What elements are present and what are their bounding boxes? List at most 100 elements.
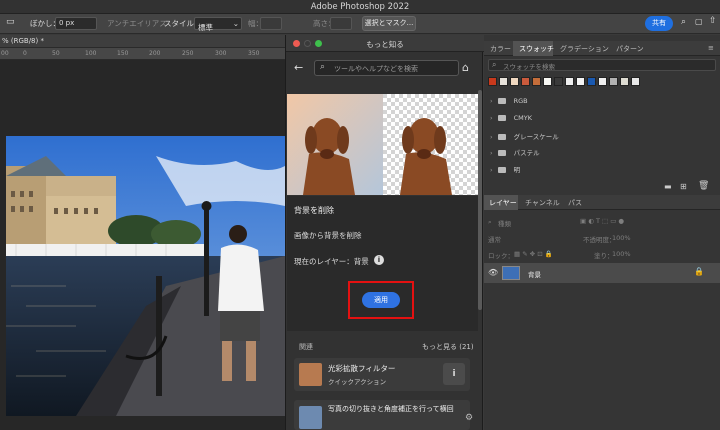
- antialias-checkbox[interactable]: アンチエイリアス: [107, 18, 167, 29]
- share-arrow-icon[interactable]: ⇧: [709, 16, 717, 26]
- width-input[interactable]: [260, 17, 282, 30]
- document-tab[interactable]: % (RGB/8) *: [0, 35, 285, 48]
- learn-panel-title: もっと知る: [366, 40, 404, 49]
- learn-search-input[interactable]: ⌕ ツールやヘルプなどを検索: [314, 60, 459, 76]
- style-value: 標準: [198, 23, 213, 32]
- color-swatch[interactable]: [532, 77, 541, 86]
- swatch-group-label: グレースケール: [513, 133, 559, 141]
- workspace-icon[interactable]: ▢: [695, 17, 703, 26]
- color-swatch[interactable]: [499, 77, 508, 86]
- apply-highlight-box: 適用: [348, 281, 414, 319]
- canvas-area[interactable]: [0, 60, 285, 430]
- learn-scrollbar[interactable]: [478, 90, 482, 310]
- back-arrow-icon[interactable]: ←: [294, 61, 303, 74]
- color-swatch[interactable]: [488, 77, 497, 86]
- color-swatch[interactable]: [598, 77, 607, 86]
- swatch-group-light[interactable]: › 明: [490, 164, 520, 174]
- card-thumbnail-image: [299, 363, 322, 386]
- learn-panel-header: もっと知る: [286, 35, 484, 52]
- see-more-link[interactable]: もっと見る (21): [422, 342, 474, 352]
- color-swatch[interactable]: [510, 77, 519, 86]
- right-panels: カラー スウォッチ グラデーション パターン ≡ ⌕ スウォッチを検索 › RGB…: [484, 35, 720, 430]
- ruler-tick: 00: [1, 50, 9, 57]
- home-icon[interactable]: ⌂: [462, 61, 469, 74]
- card-subtitle: クイックアクション: [328, 378, 387, 386]
- related-label: 関連: [299, 343, 313, 351]
- color-swatch[interactable]: [609, 77, 618, 86]
- color-swatch[interactable]: [521, 77, 530, 86]
- layer-thumbnail: [502, 266, 520, 280]
- learn-heading: 背景を削除: [294, 206, 334, 215]
- swatch-group-grayscale[interactable]: › グレースケール: [490, 131, 559, 141]
- card-title: 写真の切り抜きと角度補正を行って横回: [328, 405, 454, 413]
- document-photo[interactable]: [6, 136, 285, 416]
- feather-input[interactable]: 0 px: [55, 17, 97, 30]
- ruler-tick: 0: [23, 50, 27, 57]
- options-bar: ▭ ぼかし： 0 px アンチエイリアス スタイル： 標準 ⌄ 幅： 高さ： 選択…: [0, 14, 720, 34]
- color-swatch[interactable]: [576, 77, 585, 86]
- swatch-group-rgb[interactable]: › RGB: [490, 97, 528, 105]
- color-swatch[interactable]: [543, 77, 552, 86]
- folder-icon: [497, 134, 506, 140]
- tab-gradients[interactable]: グラデーション: [560, 44, 609, 54]
- gear-icon[interactable]: ⚙: [465, 413, 473, 423]
- height-input[interactable]: [330, 17, 352, 30]
- color-swatch[interactable]: [554, 77, 563, 86]
- search-icon: ⌕: [492, 60, 497, 69]
- trash-icon[interactable]: 🗑: [698, 181, 709, 191]
- color-swatch[interactable]: [565, 77, 574, 86]
- new-group-icon[interactable]: ▬: [664, 182, 672, 191]
- title-bar: Adobe Photoshop 2022: [0, 0, 720, 14]
- panel-menu-icon[interactable]: ≡: [708, 44, 714, 52]
- related-card[interactable]: 光彩拡散フィルター クイックアクション i: [294, 358, 470, 391]
- swatch-group-pastel[interactable]: › パステル: [490, 147, 540, 157]
- info-icon[interactable]: i: [374, 255, 384, 265]
- marquee-tool-icon[interactable]: ▭: [6, 17, 15, 27]
- opacity-input[interactable]: 100%: [612, 234, 631, 242]
- share-button[interactable]: 共有: [645, 16, 673, 31]
- folder-icon: [497, 150, 506, 156]
- layer-name: 背景: [528, 271, 541, 279]
- color-swatch[interactable]: [631, 77, 640, 86]
- apply-button[interactable]: 適用: [362, 292, 400, 308]
- layer-kind-select[interactable]: 種類: [498, 218, 511, 228]
- style-select[interactable]: 標準 ⌄: [194, 17, 242, 32]
- select-and-mask-button[interactable]: 選択とマスク...: [362, 16, 416, 31]
- ruler-tick: 250: [182, 50, 194, 57]
- tab-paths[interactable]: パス: [568, 198, 582, 208]
- blend-mode-select[interactable]: 通常: [488, 234, 501, 244]
- card-thumbnail-image: [299, 406, 322, 429]
- folder-icon: [497, 115, 506, 121]
- search-icon[interactable]: ⌕: [681, 17, 686, 27]
- fill-input[interactable]: 100%: [612, 250, 631, 258]
- search-icon: ⌕: [320, 62, 326, 72]
- related-card[interactable]: 写真の切り抜きと角度補正を行って横回: [294, 400, 470, 430]
- swatch-group-label: RGB: [513, 97, 528, 105]
- chevron-down-icon: ⌄: [232, 19, 239, 28]
- lock-icons[interactable]: ▦ ✎ ✥ ⊡ 🔒: [514, 250, 553, 258]
- swatch-group-label: 明: [513, 166, 521, 174]
- tab-swatches[interactable]: スウォッチ: [519, 44, 554, 54]
- swatch-group-label: CMYK: [513, 114, 532, 122]
- tab-channels[interactable]: チャンネル: [525, 198, 560, 208]
- filter-icons[interactable]: ▣ ◐ T ⬚ ▭ ●: [580, 217, 624, 225]
- layer-row[interactable]: 👁 背景 🔒: [484, 263, 720, 283]
- swatch-search-input[interactable]: ⌕ スウォッチを検索: [488, 59, 716, 71]
- ruler-tick: 300: [215, 50, 227, 57]
- document-tab-label: % (RGB/8) *: [2, 37, 44, 45]
- card-title: 光彩拡散フィルター: [328, 364, 396, 373]
- color-swatch[interactable]: [620, 77, 629, 86]
- folder-icon: [497, 167, 506, 173]
- eye-icon[interactable]: 👁: [488, 268, 498, 277]
- new-swatch-icon[interactable]: ⊞: [680, 182, 687, 191]
- lock-icon: 🔒: [694, 267, 704, 276]
- ruler-tick: 150: [117, 50, 129, 57]
- tab-color[interactable]: カラー: [490, 44, 511, 54]
- tab-layers[interactable]: レイヤー: [489, 198, 517, 208]
- color-swatch[interactable]: [587, 77, 596, 86]
- swatch-group-label: パステル: [513, 149, 540, 157]
- swatch-group-cmyk[interactable]: › CMYK: [490, 114, 532, 122]
- info-icon[interactable]: i: [443, 363, 465, 385]
- folder-icon: [497, 98, 506, 104]
- tab-patterns[interactable]: パターン: [616, 44, 644, 54]
